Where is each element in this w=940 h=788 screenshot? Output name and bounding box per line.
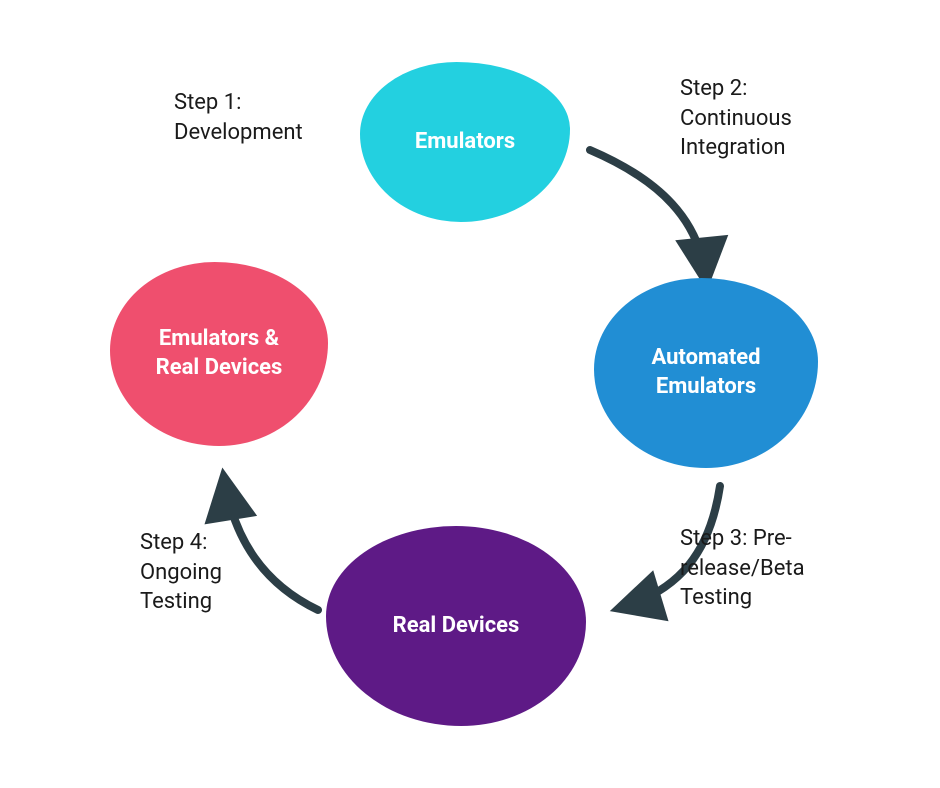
node-emulators: Emulators bbox=[360, 62, 570, 222]
step-label-2: Step 2:ContinuousIntegration bbox=[680, 74, 880, 163]
node-automated-emulators-label: AutomatedEmulators bbox=[651, 344, 760, 401]
cycle-diagram: Emulators AutomatedEmulators Real Device… bbox=[0, 0, 940, 788]
step-label-1: Step 1:Development bbox=[174, 88, 354, 147]
node-real-devices-label: Real Devices bbox=[393, 612, 520, 641]
step-label-4: Step 4:OngoingTesting bbox=[140, 528, 300, 617]
node-emulators-and-real-devices: Emulators &Real Devices bbox=[110, 262, 328, 446]
node-emulators-and-real-devices-label: Emulators &Real Devices bbox=[156, 325, 283, 382]
step-label-3: Step 3: Pre-release/BetaTesting bbox=[680, 524, 880, 613]
node-automated-emulators: AutomatedEmulators bbox=[594, 278, 818, 468]
node-real-devices: Real Devices bbox=[326, 526, 586, 726]
node-emulators-label: Emulators bbox=[415, 128, 515, 157]
